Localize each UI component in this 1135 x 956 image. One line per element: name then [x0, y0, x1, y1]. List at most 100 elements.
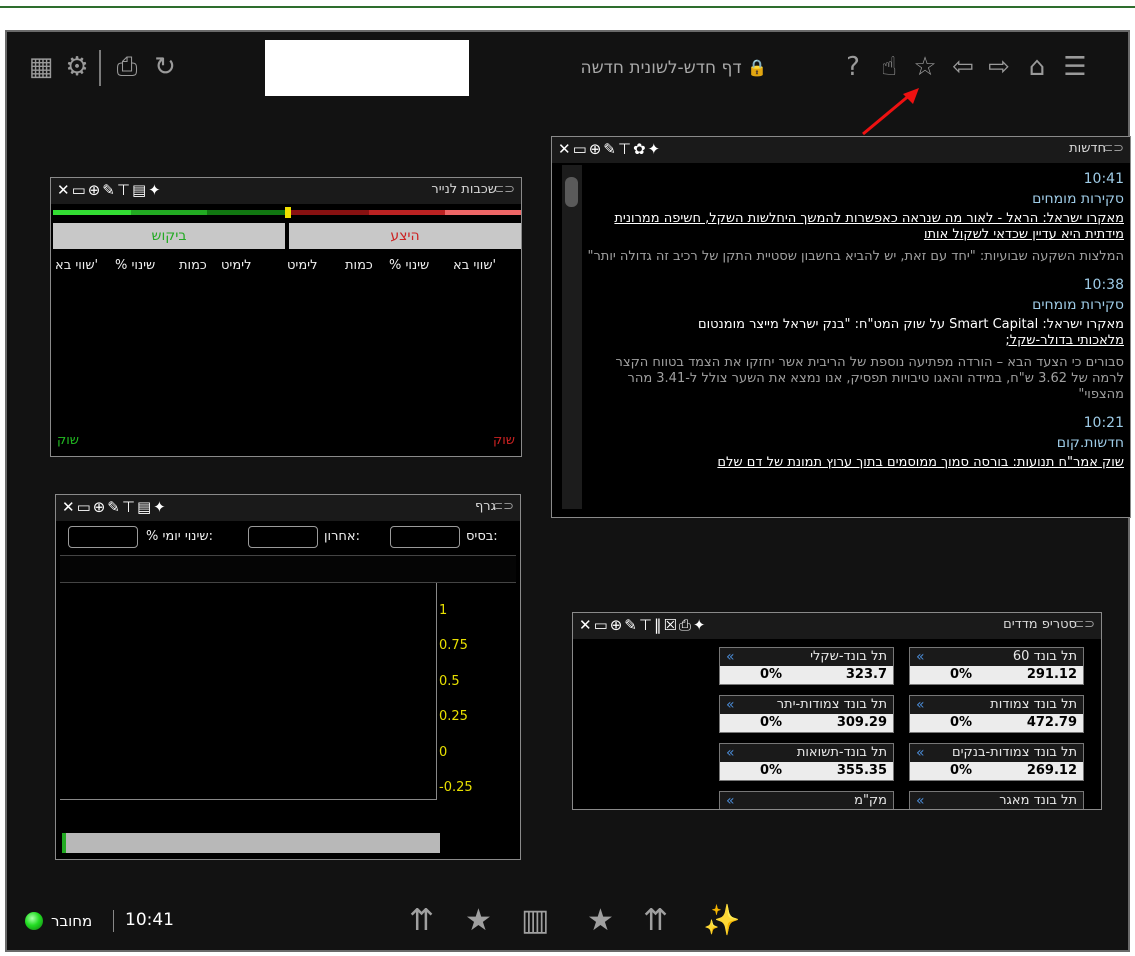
- y-axis-tick: 1: [439, 603, 448, 618]
- news-time: 10:41: [1083, 171, 1124, 187]
- y-axis-tick: 0.5: [439, 674, 460, 689]
- index-strip-title: סטריפ מדדים: [1003, 617, 1077, 632]
- graph-panel: ⊂⊃ גרף ✕▭⊕✎⊤▤✦ % שינוי יומי: אחרון: בסיס…: [55, 494, 521, 860]
- y-axis-tick: 0.25: [439, 709, 468, 724]
- main-toolbar: ▦ ⚙ ⎙ ↻ דף חדש-לשונית חדשה 🔒 ? ☝ ☆ ⇦ ⇨ ⌂…: [7, 32, 1128, 104]
- news-summary: המלצות השקעה שבועיות: "יחד עם זאת, יש לה…: [587, 249, 1124, 264]
- bid-depth-bar: [53, 210, 131, 215]
- chart-plot-area[interactable]: [60, 583, 437, 800]
- share-icon[interactable]: ↻: [149, 52, 181, 82]
- news-panel-titlebar[interactable]: ⊂⊃ חדשות ✕▭⊕✎⊤✿✦: [552, 137, 1130, 163]
- index-tile[interactable]: תל בונד-שקלי « 0% 323.7: [719, 647, 894, 685]
- graph-panel-title: גרף: [474, 499, 496, 514]
- ask-button[interactable]: היצע: [289, 223, 521, 249]
- window-top-border: [0, 0, 1135, 8]
- ask-market-label: שוק: [493, 433, 515, 448]
- index-name: מק"מ: [854, 793, 887, 808]
- double-chevron-left-icon[interactable]: «: [916, 792, 925, 809]
- column-header[interactable]: % שינוי: [389, 258, 429, 273]
- clock: 10:41: [125, 910, 174, 930]
- index-change: 0%: [760, 667, 783, 682]
- index-strip-titlebar[interactable]: ⊂⊃ סטריפ מדדים ✕▭⊕✎⊤‖☒⎙✦: [573, 613, 1101, 639]
- index-tile[interactable]: תל בונד צמודות-בנקים « 0% 269.12: [909, 743, 1084, 781]
- news-headline-link[interactable]: מלאכותי בדולר-שקל;: [586, 333, 1124, 349]
- index-name: תל בונד 60: [1012, 649, 1077, 664]
- index-tile[interactable]: תל בונד צמודות-יתר « 0% 309.29: [719, 695, 894, 733]
- depth-panel: ⊂⊃ שכבות לנייר ✕▭⊕✎⊤▤✦ ביקוש היצע שווי ב…: [50, 177, 522, 457]
- double-chevron-left-icon[interactable]: «: [726, 792, 735, 809]
- index-price: 269.12: [1026, 763, 1077, 778]
- star-icon[interactable]: ★: [587, 903, 614, 938]
- status-bar: מחובר 10:41 ⇈ ★ ▥ ★ ⇈ ✨: [7, 890, 1128, 950]
- bid-market-label: שוק: [57, 433, 79, 448]
- home-icon[interactable]: ⌂: [1021, 52, 1053, 82]
- news-time: 10:38: [1083, 277, 1124, 293]
- news-category[interactable]: סקירות מומחים: [586, 191, 1124, 207]
- news-headline-link[interactable]: שוק אמר"ח תנועות: בורסה סמוך ממוסמים בתו…: [586, 455, 1124, 471]
- help-icon[interactable]: ?: [837, 52, 869, 82]
- index-tile[interactable]: תל בונד-תשואות « 0% 355.35: [719, 743, 894, 781]
- panel-controls-icon[interactable]: ✕▭⊕✎⊤▤✦: [57, 181, 163, 199]
- news-category[interactable]: חדשות.קום: [586, 435, 1124, 451]
- last-field[interactable]: [248, 526, 318, 548]
- chart-up-icon[interactable]: ⇈: [643, 903, 668, 938]
- news-time: 10:21: [1083, 415, 1124, 431]
- index-tile[interactable]: מק"מ «: [719, 791, 894, 809]
- scroll-thumb[interactable]: [565, 177, 578, 207]
- column-header[interactable]: לימיט: [287, 258, 317, 273]
- news-summary: סבורים כי הצעד הבא – הורדה מפתיעה נוספת …: [615, 355, 1124, 402]
- forward-icon[interactable]: ⇨: [983, 52, 1015, 82]
- double-chevron-left-icon[interactable]: «: [726, 744, 735, 762]
- chart-up-icon[interactable]: ⇈: [409, 903, 434, 938]
- index-name: תל בונד צמודות: [990, 697, 1077, 712]
- column-header[interactable]: שווי בא': [55, 258, 98, 273]
- gear-icon[interactable]: ⚙: [61, 52, 93, 82]
- index-tile[interactable]: תל בונד 60 « 0% 291.12: [909, 647, 1084, 685]
- graph-panel-titlebar[interactable]: ⊂⊃ גרף ✕▭⊕✎⊤▤✦: [56, 495, 520, 521]
- lock-icon[interactable]: 🔒: [747, 58, 767, 77]
- star-icon[interactable]: ★: [465, 903, 492, 938]
- panel-controls-icon[interactable]: ✕▭⊕✎⊤‖☒⎙✦: [579, 616, 707, 634]
- news-headline[interactable]: מאקרו ישראל: Smart Capital על שוק המט"ח:…: [586, 317, 1124, 333]
- double-chevron-left-icon[interactable]: «: [916, 696, 925, 714]
- panel-controls-icon[interactable]: ✕▭⊕✎⊤▤✦: [62, 498, 168, 516]
- thumbs-up-icon[interactable]: ☝: [873, 52, 905, 82]
- index-tile[interactable]: תל בונד צמודות « 0% 472.79: [909, 695, 1084, 733]
- depth-panel-titlebar[interactable]: ⊂⊃ שכבות לנייר ✕▭⊕✎⊤▤✦: [51, 178, 521, 204]
- back-icon[interactable]: ⇦: [947, 52, 979, 82]
- column-header[interactable]: % שינוי: [115, 258, 155, 273]
- bag-icon[interactable]: ⎙: [111, 52, 143, 82]
- column-header[interactable]: לימיט: [221, 258, 251, 273]
- news-scrollbar[interactable]: [562, 165, 582, 509]
- news-headline-link[interactable]: מאקרו ישראל: הראל - לאור מה שנראה כאפשרו…: [586, 211, 1124, 243]
- column-header[interactable]: כמות: [345, 258, 373, 273]
- index-tile[interactable]: תל בונד מאגר «: [909, 791, 1084, 809]
- news-panel-title: חדשות: [1069, 141, 1106, 156]
- portfolio-icon[interactable]: ▥: [521, 903, 549, 938]
- star-icon[interactable]: ☆: [909, 52, 941, 82]
- column-header[interactable]: כמות: [179, 258, 207, 273]
- double-chevron-left-icon[interactable]: «: [916, 648, 925, 666]
- news-category[interactable]: סקירות מומחים: [586, 297, 1124, 313]
- double-chevron-left-icon[interactable]: «: [726, 696, 735, 714]
- double-chevron-left-icon[interactable]: «: [726, 648, 735, 666]
- time-range-scrollbar[interactable]: [62, 833, 440, 853]
- page-title: דף חדש-לשונית חדשה: [580, 58, 742, 78]
- page-title-area[interactable]: דף חדש-לשונית חדשה 🔒: [507, 58, 767, 78]
- bid-button[interactable]: ביקוש: [53, 223, 285, 249]
- menu-icon[interactable]: ☰: [1059, 52, 1091, 82]
- panel-controls-icon[interactable]: ✕▭⊕✎⊤✿✦: [558, 140, 662, 158]
- index-name: תל בונד-שקלי: [810, 649, 887, 664]
- index-change: 0%: [950, 763, 973, 778]
- double-chevron-left-icon[interactable]: «: [916, 744, 925, 762]
- magic-wand-icon[interactable]: ✨: [703, 903, 740, 938]
- y-axis-tick: 0: [439, 745, 448, 760]
- grid-icon[interactable]: ▦: [25, 52, 57, 82]
- column-header[interactable]: שווי בא': [453, 258, 496, 273]
- bid-depth-bar: [131, 210, 207, 215]
- ask-depth-bar: [291, 210, 369, 215]
- connection-status-icon: [25, 912, 43, 930]
- index-change: 0%: [760, 763, 783, 778]
- daily-change-field[interactable]: [68, 526, 138, 548]
- base-field[interactable]: [390, 526, 460, 548]
